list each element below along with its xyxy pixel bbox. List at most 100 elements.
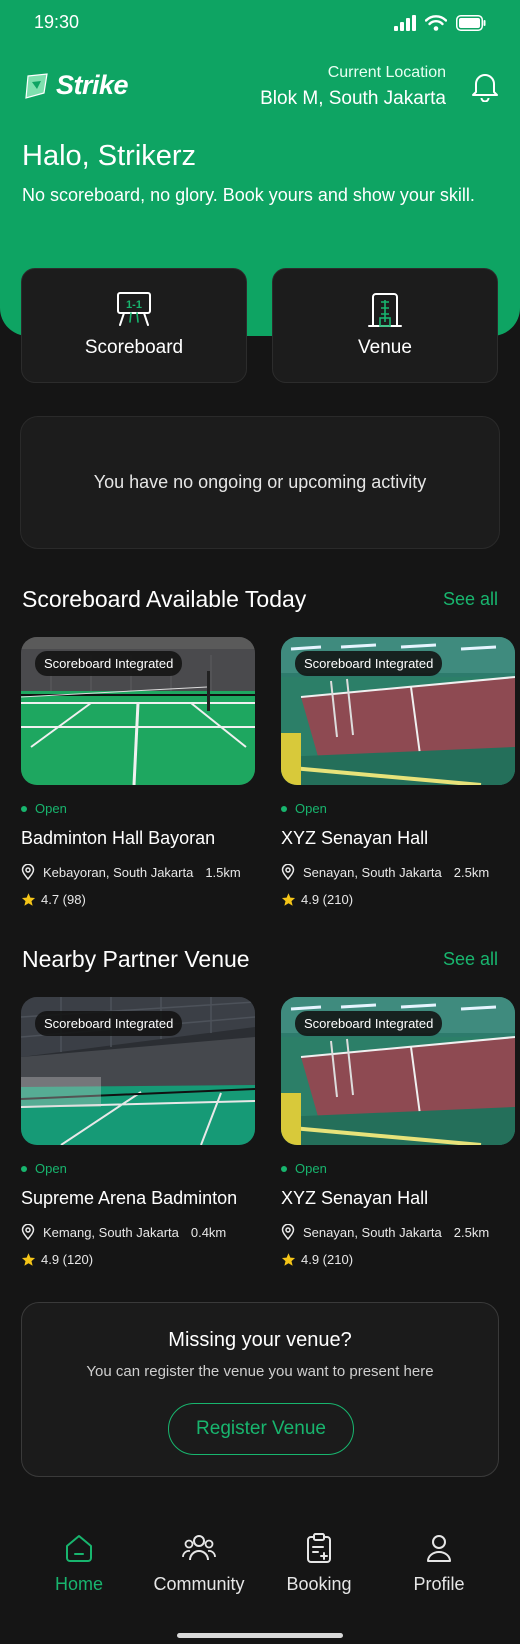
map-pin-icon (21, 864, 35, 880)
scoreboard-button[interactable]: 1-1 Scoreboard (21, 268, 247, 383)
open-status-text: Open (295, 801, 327, 816)
map-pin-icon (281, 1224, 295, 1240)
open-status: Open (281, 801, 327, 816)
star-icon (21, 893, 36, 906)
notification-bell-icon[interactable] (470, 70, 500, 102)
venue-location: Senayan, South Jakarta 2.5km (281, 864, 489, 880)
missing-venue-title: Missing your venue? (168, 1329, 352, 1351)
missing-venue-card: Missing your venue? You can register the… (21, 1302, 499, 1477)
open-status-dot (281, 1165, 287, 1172)
profile-icon (427, 1535, 451, 1562)
signal-icon (394, 15, 416, 31)
scoreboard-integrated-badge: Scoreboard Integrated (35, 1011, 183, 1036)
map-pin-icon (281, 864, 295, 880)
venue-location-text: Senayan, South Jakarta (303, 864, 442, 880)
venue-distance: 2.5km (453, 1224, 490, 1240)
see-all-nearby-partner[interactable]: See all (443, 949, 498, 970)
venue-icon (368, 293, 402, 327)
nav-home-label: Home (54, 1574, 103, 1594)
missing-venue-subtitle: You can register the venue you want to p… (86, 1363, 434, 1380)
open-status: Open (281, 1161, 327, 1176)
activity-card: You have no ongoing or upcoming activity (20, 416, 500, 549)
scoreboard-integrated-badge: Scoreboard Integrated (295, 651, 443, 676)
venue-location-text: Senayan, South Jakarta (303, 1224, 442, 1240)
venue-name: Supreme Arena Badminton (21, 1188, 238, 1208)
register-venue-button[interactable]: Register Venue (168, 1403, 354, 1455)
nav-profile-label: Profile (413, 1574, 465, 1594)
venue-rating: 4.9 (120) (21, 1252, 93, 1267)
venue-rating: 4.9 (210) (281, 892, 353, 907)
venue-card[interactable]: Scoreboard Integrated Open Badminton Hal… (21, 637, 255, 907)
venue-photo: Scoreboard Integrated (281, 997, 515, 1145)
star-icon (21, 1253, 36, 1266)
venue-rating: 4.9 (210) (281, 1252, 353, 1267)
venue-card[interactable]: Scoreboard Integrated Open Supreme Arena… (21, 997, 255, 1267)
status-time: 19:30 (34, 12, 80, 32)
nav-home[interactable]: Home (19, 1532, 139, 1595)
status-icons (394, 15, 486, 31)
venue-card[interactable]: Scoreboard Integrated Open XYZ Senayan H… (281, 637, 515, 907)
venue-location: Senayan, South Jakarta 2.5km (281, 1224, 489, 1240)
scoreboard-icon: 1-1 (117, 292, 151, 326)
status-bar: 19:30 (0, 8, 520, 38)
open-status: Open (21, 801, 67, 816)
venue-distance: 2.5km (453, 864, 490, 880)
booking-icon (307, 1533, 331, 1563)
location-label: Current Location (327, 64, 446, 81)
star-icon (281, 893, 296, 906)
current-location[interactable]: Current Location Blok M, South Jakarta (260, 64, 446, 110)
open-status-text: Open (35, 1161, 67, 1176)
scoreboard-label: Scoreboard (84, 337, 184, 358)
venue-photo: Scoreboard Integrated (281, 637, 515, 785)
venue-location: Kebayoran, South Jakarta 1.5km (21, 864, 241, 880)
map-pin-icon (21, 1224, 35, 1240)
brand-name: Strike (56, 70, 129, 100)
venue-photo: Scoreboard Integrated (21, 997, 255, 1145)
open-status-text: Open (295, 1161, 327, 1176)
nav-booking[interactable]: Booking (259, 1532, 379, 1595)
venue-name: Badminton Hall Bayoran (21, 828, 216, 848)
home-icon (66, 1535, 92, 1562)
venue-rating-text: 4.9 (210) (301, 892, 354, 907)
venue-name: XYZ Senayan Hall (281, 828, 429, 848)
venue-rating: 4.7 (98) (21, 892, 86, 907)
bottom-nav: Home Community Booking Profile (0, 1518, 520, 1644)
venue-distance: 0.4km (190, 1224, 227, 1240)
location-value: Blok M, South Jakarta (260, 88, 446, 109)
venue-location-text: Kebayoran, South Jakarta (43, 864, 194, 880)
scoreboard-integrated-badge: Scoreboard Integrated (295, 1011, 443, 1036)
strike-logo-icon (25, 72, 48, 99)
star-icon (281, 1253, 296, 1266)
venue-rating-text: 4.7 (98) (41, 892, 86, 907)
venue-label: Venue (358, 337, 412, 358)
nav-profile[interactable]: Profile (379, 1532, 499, 1595)
venue-photo: Scoreboard Integrated (21, 637, 255, 785)
section-title-scoreboard-today: Scoreboard Available Today (22, 586, 307, 612)
venue-distance: 1.5km (205, 864, 241, 880)
see-all-scoreboard-today[interactable]: See all (443, 589, 498, 610)
scoreboard-integrated-badge: Scoreboard Integrated (35, 651, 183, 676)
svg-text:1-1: 1-1 (126, 299, 142, 311)
open-status: Open (21, 1161, 67, 1176)
venue-location-text: Kemang, South Jakarta (43, 1224, 179, 1240)
nav-community[interactable]: Community (139, 1532, 259, 1595)
venue-card[interactable]: Scoreboard Integrated Open XYZ Senayan H… (281, 997, 515, 1267)
battery-icon (456, 15, 486, 31)
home-indicator (177, 1633, 343, 1638)
community-icon (182, 1535, 216, 1561)
greeting-title: Halo, Strikerz (22, 140, 197, 172)
nav-booking-label: Booking (286, 1574, 352, 1594)
greeting-tagline: No scoreboard, no glory. Book yours and … (22, 185, 475, 205)
open-status-dot (281, 805, 287, 812)
brand-logo: Strike (22, 70, 129, 101)
section-title-nearby-partner: Nearby Partner Venue (22, 946, 250, 972)
open-status-dot (21, 1165, 27, 1172)
open-status-text: Open (35, 801, 67, 816)
activity-empty-text: You have no ongoing or upcoming activity (93, 472, 427, 492)
venue-rating-text: 4.9 (120) (41, 1252, 94, 1267)
venue-location: Kemang, South Jakarta 0.4km (21, 1224, 226, 1240)
venue-button[interactable]: Venue (272, 268, 498, 383)
venue-name: XYZ Senayan Hall (281, 1188, 429, 1208)
open-status-dot (21, 805, 27, 812)
venue-rating-text: 4.9 (210) (301, 1252, 354, 1267)
